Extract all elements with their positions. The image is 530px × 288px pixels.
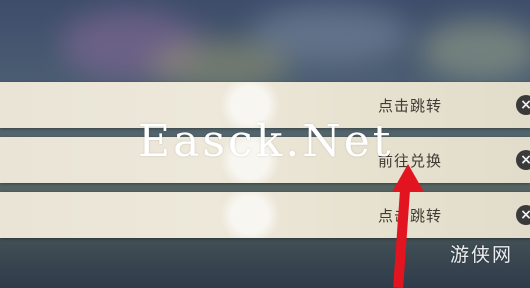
background-blur — [420, 20, 530, 80]
site-logo: 游侠网 — [450, 244, 514, 266]
jump-link[interactable]: 点击跳转 — [378, 95, 442, 116]
close-icon[interactable]: × — [516, 205, 530, 225]
red-arrow-icon — [392, 164, 424, 192]
close-icon[interactable]: × — [516, 95, 530, 115]
watermark-text: Easck.Net — [138, 116, 394, 167]
jump-link[interactable]: 点击跳转 — [378, 205, 442, 226]
close-icon[interactable]: × — [516, 150, 530, 170]
notice-banner-3[interactable]: 点击跳转 × — [0, 192, 530, 238]
